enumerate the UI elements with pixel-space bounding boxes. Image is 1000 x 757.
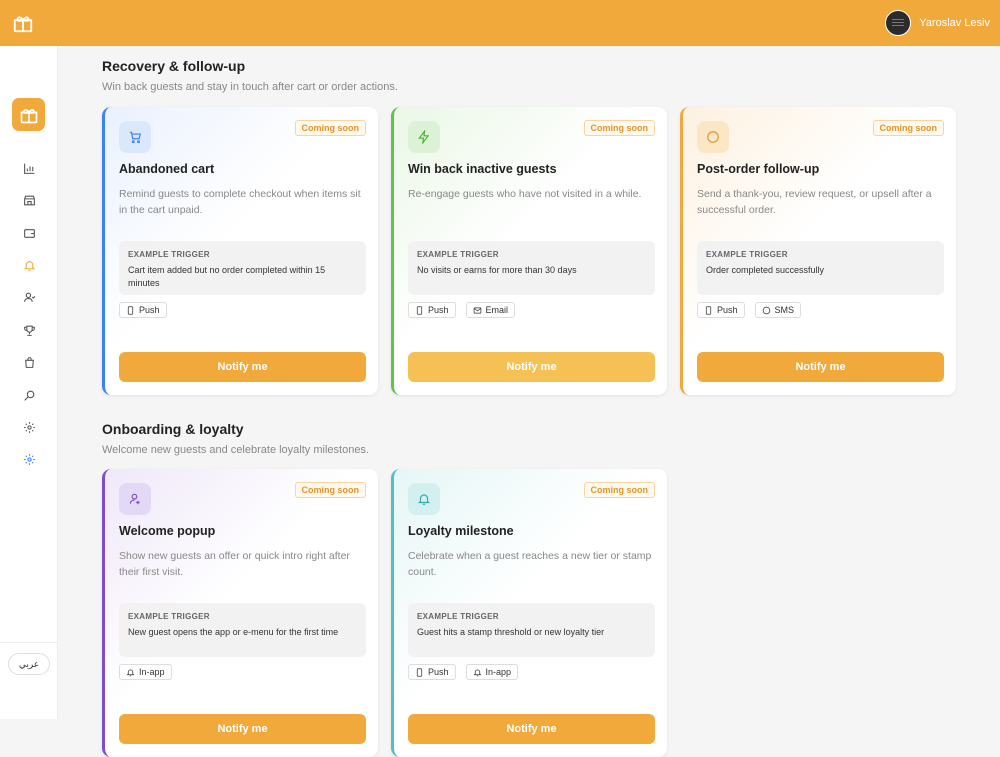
automation-card-abandoned-cart: Coming soon Abandoned cart Remind guests… <box>102 107 378 395</box>
coming-soon-badge: Coming soon <box>294 120 366 136</box>
phone-icon <box>705 305 712 315</box>
card-title: Loyalty milestone <box>408 524 514 538</box>
section-title: Onboarding & loyalty <box>102 421 244 437</box>
coming-soon-badge: Coming soon <box>583 482 655 498</box>
gear-icon[interactable] <box>19 449 39 469</box>
channel-label: Push <box>717 305 738 315</box>
trophy-icon[interactable] <box>19 320 39 340</box>
chart-icon[interactable] <box>19 158 39 178</box>
trigger-text: New guest opens the app or e-menu for th… <box>128 627 339 637</box>
language-toggle-button[interactable]: عربي <box>8 653 50 675</box>
channel-list: Push SMS <box>697 302 802 318</box>
trigger-text: No visits or earns for more than 30 days <box>417 265 577 275</box>
search-icon[interactable] <box>19 385 39 405</box>
sidebar-divider <box>0 642 58 643</box>
card-title: Post-order follow-up <box>697 162 820 176</box>
channel-chip: Email <box>465 302 516 318</box>
chat-icon <box>762 306 770 314</box>
channel-list: In-app <box>119 664 172 680</box>
bolt-icon <box>408 121 440 153</box>
channel-label: In-app <box>485 667 512 677</box>
channel-chip: Push <box>408 664 456 680</box>
coming-soon-badge: Coming soon <box>294 482 366 498</box>
channel-chip: In-app <box>465 664 519 680</box>
example-trigger: EXAMPLE TRIGGER Order completed successf… <box>697 241 944 295</box>
channel-chip: Push <box>408 302 456 318</box>
trigger-text: Cart item added but no order completed w… <box>128 265 326 288</box>
section-title: Recovery & follow-up <box>102 58 246 74</box>
channel-list: Push Email <box>408 302 516 318</box>
bell-icon <box>408 483 440 515</box>
automation-card-welcome-popup: Coming soon Welcome popup Show new guest… <box>102 469 378 757</box>
section-subtitle: Win back guests and stay in touch after … <box>102 81 398 93</box>
trigger-text: Order completed successfully <box>706 265 825 275</box>
bell-icon <box>473 669 481 676</box>
sidebar: عربي <box>0 46 58 719</box>
channel-chip: In-app <box>119 664 172 680</box>
channel-label: Push <box>428 667 449 677</box>
coming-soon-badge: Coming soon <box>872 120 944 136</box>
card-title: Win back inactive guests <box>408 162 557 176</box>
card-description: Remind guests to complete checkout when … <box>119 188 361 216</box>
channel-label: Push <box>428 305 449 315</box>
bell-icon[interactable] <box>19 255 39 275</box>
channel-label: In-app <box>139 667 165 677</box>
trigger-label: EXAMPLE TRIGGER <box>128 612 210 621</box>
bag-icon[interactable] <box>19 352 39 372</box>
channel-list: Push <box>119 302 167 318</box>
coming-soon-badge: Coming soon <box>583 120 655 136</box>
phone-icon <box>127 305 134 315</box>
card-description: Show new guests an offer or quick intro … <box>119 550 350 578</box>
channel-chip: Push <box>119 302 167 318</box>
store-icon[interactable] <box>19 190 39 210</box>
card-description: Celebrate when a guest reaches a new tie… <box>408 550 652 578</box>
card-description: Send a thank-you, review request, or ups… <box>697 188 932 216</box>
wallet-icon[interactable] <box>19 223 39 243</box>
users-icon[interactable] <box>19 287 39 307</box>
example-trigger: EXAMPLE TRIGGER New guest opens the app … <box>119 603 366 657</box>
gear-icon[interactable] <box>19 417 39 437</box>
channel-chip: Push <box>697 302 745 318</box>
automation-card-loyalty-milestone: Coming soon Loyalty milestone Celebrate … <box>391 469 667 757</box>
user-name: Yaroslav Lesiv <box>919 17 990 29</box>
notify-me-button[interactable]: Notify me <box>408 352 655 382</box>
gift-logo-icon[interactable] <box>12 12 34 34</box>
mail-icon <box>473 307 481 313</box>
notify-me-button[interactable]: Notify me <box>119 352 366 382</box>
top-bar: Yaroslav Lesiv <box>0 0 1000 46</box>
cart-icon <box>119 121 151 153</box>
trigger-text: Guest hits a stamp threshold or new loya… <box>417 627 605 637</box>
automation-card-win-back: Coming soon Win back inactive guests Re-… <box>391 107 667 395</box>
card-title: Welcome popup <box>119 524 216 538</box>
card-title: Abandoned cart <box>119 162 215 176</box>
channel-label: Email <box>485 305 509 315</box>
example-trigger: EXAMPLE TRIGGER Cart item added but no o… <box>119 241 366 295</box>
user-plus-icon <box>119 483 151 515</box>
phone-icon <box>416 667 423 677</box>
channel-label: SMS <box>774 305 795 315</box>
trigger-label: EXAMPLE TRIGGER <box>706 250 788 259</box>
notify-me-button[interactable]: Notify me <box>697 352 944 382</box>
example-trigger: EXAMPLE TRIGGER No visits or earns for m… <box>408 241 655 295</box>
automation-card-post-order: Coming soon Post-order follow-up Send a … <box>680 107 956 395</box>
section-subtitle: Welcome new guests and celebrate loyalty… <box>102 444 369 456</box>
gift-icon[interactable] <box>12 98 45 131</box>
bell-icon <box>126 669 135 676</box>
channel-chip: SMS <box>754 302 802 318</box>
chat-icon <box>697 121 729 153</box>
example-trigger: EXAMPLE TRIGGER Guest hits a stamp thres… <box>408 603 655 657</box>
channel-list: Push In-app <box>408 664 519 680</box>
card-description: Re-engage guests who have not visited in… <box>408 188 642 200</box>
user-menu[interactable]: Yaroslav Lesiv <box>885 10 990 36</box>
phone-icon <box>416 305 423 315</box>
trigger-label: EXAMPLE TRIGGER <box>417 250 499 259</box>
trigger-label: EXAMPLE TRIGGER <box>417 612 499 621</box>
avatar <box>885 10 912 36</box>
trigger-label: EXAMPLE TRIGGER <box>128 250 210 259</box>
channel-label: Push <box>139 305 160 315</box>
